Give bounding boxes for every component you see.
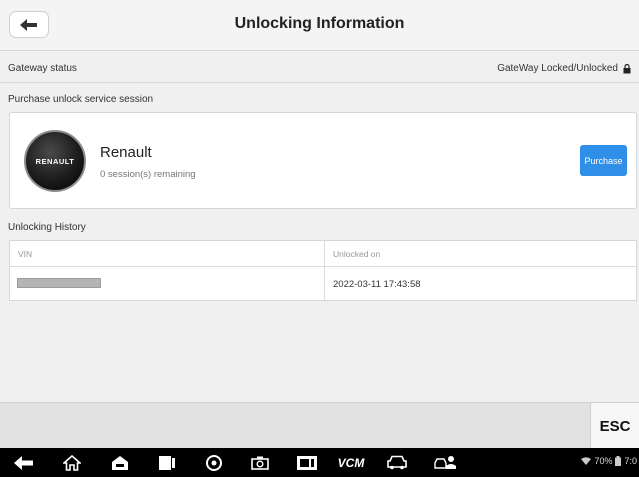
gateway-status-value: GateWay Locked/Unlocked (497, 63, 631, 74)
car-icon[interactable] (386, 454, 408, 471)
page-title: Unlocking Information (234, 15, 405, 32)
purchase-section-label: Purchase unlock service session (8, 94, 154, 105)
recent-apps-icon[interactable] (156, 454, 178, 471)
sessions-remaining: 0 session(s) remaining (100, 169, 196, 180)
column-header-vin: VIN (18, 249, 33, 259)
gateway-status-text: GateWay Locked/Unlocked (497, 63, 618, 74)
chrome-icon[interactable] (203, 454, 225, 471)
unlocking-history-label: Unlocking History (8, 222, 86, 233)
vcm-label: VCM (337, 455, 365, 470)
car-home-icon[interactable] (109, 454, 131, 471)
renault-logo: RENAULT (24, 130, 86, 192)
gateway-status-label: Gateway status (8, 63, 77, 74)
status-area: 70% 7:0 (581, 456, 637, 466)
title-bar: Unlocking Information (0, 0, 639, 51)
esc-button[interactable]: ESC (590, 403, 639, 449)
unlocked-on-value: 2022-03-11 17:43:58 (333, 279, 421, 290)
home-icon[interactable] (61, 454, 83, 471)
vin-value-redacted (17, 278, 101, 288)
purchase-button[interactable]: Purchase (580, 145, 627, 176)
camera-icon[interactable] (249, 454, 271, 471)
back-icon[interactable] (13, 454, 35, 471)
vcm-icon[interactable]: VCM (336, 454, 366, 471)
vehicle-card: RENAULT Renault 0 session(s) remaining P… (9, 112, 637, 209)
screen-capture-icon[interactable] (296, 454, 318, 471)
logo-text: RENAULT (35, 156, 75, 166)
footer-bar: ESC (0, 402, 639, 449)
vehicle-brand: Renault (100, 144, 152, 161)
history-table: VIN Unlocked on 2022-03-11 17:43:58 (9, 240, 637, 301)
column-header-unlocked-on: Unlocked on (333, 249, 381, 259)
system-nav-bar: VCM 70% 7:0 (0, 448, 639, 477)
battery-icon (615, 456, 622, 466)
gateway-status-row: Gateway status GateWay Locked/Unlocked (0, 57, 639, 83)
battery-percent: 70% (594, 456, 613, 466)
wifi-icon (581, 457, 592, 465)
clock-time: 7:0 (624, 456, 637, 466)
lock-icon (623, 63, 631, 73)
table-header (10, 241, 636, 267)
car-user-icon[interactable] (434, 454, 456, 471)
